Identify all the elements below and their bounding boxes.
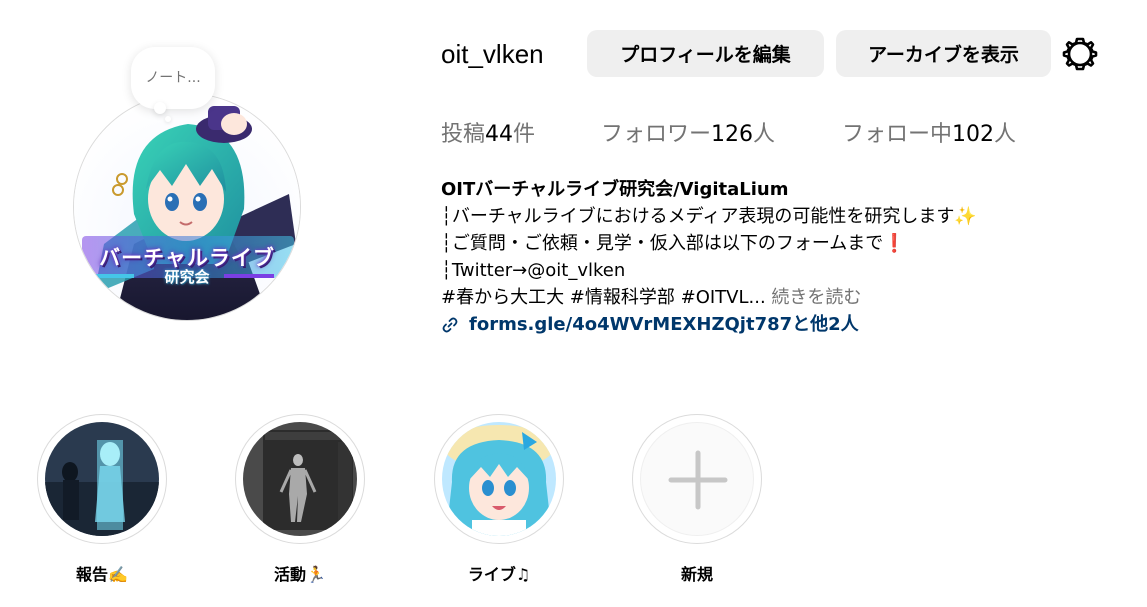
stat-posts: 投稿44件 (441, 116, 535, 148)
read-more-link[interactable]: 続きを読む (766, 287, 861, 308)
link-icon (442, 317, 458, 332)
highlight-live[interactable] (434, 414, 564, 544)
bio-hashtags[interactable]: #春から大工大 #情報科学部 #OITVL... (441, 287, 766, 308)
bio-line-2: ┆ご質問・ご依頼・見学・仮入部は以下のフォームまで❗ (441, 230, 977, 257)
note-text: ノート... (145, 70, 201, 86)
sparkles-icon: ✨ (954, 206, 977, 227)
edit-profile-button[interactable]: プロフィールを編集 (587, 30, 824, 77)
bio-line-3: ┆Twitter→@oit_vlken (441, 260, 626, 281)
stat-posts-suffix: 件 (513, 122, 536, 147)
avatar-logo-subtext: 研究会 (164, 268, 210, 286)
highlight-new[interactable] (632, 414, 762, 544)
new-highlight-circle (640, 422, 754, 536)
bio-name: OITバーチャルライブ研究会/VigitaLium (441, 179, 789, 200)
highlight-thumbnail (45, 422, 159, 536)
highlight-thumbnail (442, 422, 556, 536)
note-bubble[interactable]: ノート... (131, 47, 215, 109)
highlight-live-label: ライブ♫ (467, 565, 531, 584)
stat-followers-prefix: フォロワー (601, 122, 712, 147)
highlight-thumbnail (243, 422, 357, 536)
exclamation-icon: ❗ (883, 233, 906, 254)
note-bubble-tail (154, 102, 166, 114)
bio-link[interactable]: forms.gle/4o4WVrMEXHZQjt787と他2人 (441, 311, 977, 338)
stat-followers-count: 126 (711, 122, 754, 147)
bio-line-1: ┆バーチャルライブにおけるメディア表現の可能性を研究します✨ (441, 203, 977, 230)
profile-username: oit_vlken (441, 39, 544, 69)
profile-avatar[interactable]: バーチャルライブ 研究会 (73, 93, 301, 321)
stat-following-prefix: フォロー中 (842, 122, 953, 147)
stat-following-count: 102 (952, 122, 995, 147)
stat-following-suffix: 人 (994, 122, 1017, 147)
stat-posts-count: 44 (485, 122, 514, 147)
highlight-report[interactable] (37, 414, 167, 544)
view-archive-button[interactable]: アーカイブを表示 (836, 30, 1051, 77)
bio-line-1-text: ┆バーチャルライブにおけるメディア表現の可能性を研究します (441, 206, 955, 227)
profile-bio: OITバーチャルライブ研究会/VigitaLium ┆バーチャルライブにおけるメ… (441, 176, 977, 338)
stat-posts-prefix: 投稿 (441, 122, 486, 147)
highlight-activity[interactable] (235, 414, 365, 544)
stat-followers-suffix: 人 (753, 122, 776, 147)
note-bubble-tail-small (165, 116, 171, 122)
plus-icon (668, 450, 728, 510)
bio-line-2-text: ┆ご質問・ご依頼・見学・仮入部は以下のフォームまで (441, 233, 884, 254)
bio-line-4: #春から大工大 #情報科学部 #OITVL... 続きを読む (441, 284, 977, 311)
highlight-activity-label: 活動🏃 (274, 565, 326, 584)
highlight-report-label: 報告✍️ (76, 565, 128, 584)
gear-icon[interactable] (1062, 36, 1098, 72)
bio-link-text[interactable]: forms.gle/4o4WVrMEXHZQjt787と他2人 (469, 311, 859, 338)
stat-followers[interactable]: フォロワー126人 (601, 116, 775, 148)
highlight-new-label: 新規 (680, 565, 713, 584)
stat-following[interactable]: フォロー中102人 (842, 116, 1016, 148)
